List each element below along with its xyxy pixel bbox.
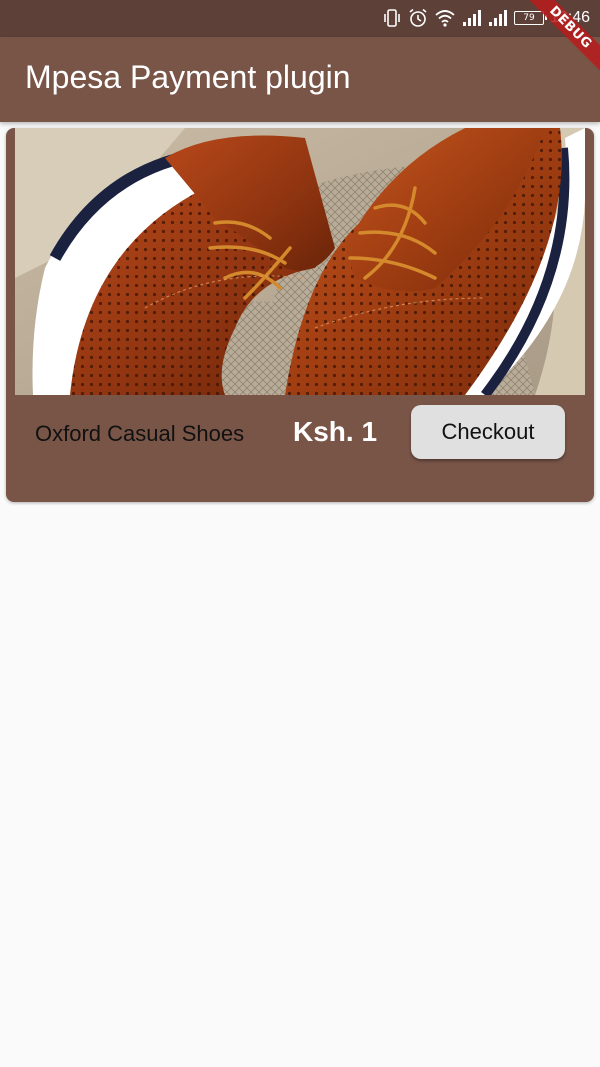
alarm-icon [408, 8, 428, 28]
vibrate-icon [382, 8, 402, 28]
battery-level: 79 [523, 13, 535, 23]
signal-icon [462, 8, 482, 28]
checkout-button[interactable]: Checkout [411, 405, 565, 459]
signal-icon [488, 8, 508, 28]
status-icons: 79 13:46 [382, 6, 590, 30]
app-bar: Mpesa Payment plugin [0, 37, 600, 122]
product-info-row: Oxford Casual Shoes Ksh. 1 Checkout [6, 395, 594, 502]
battery-icon: 79 [513, 11, 547, 25]
status-clock: 13:46 [549, 9, 590, 26]
status-bar: 79 13:46 [0, 0, 600, 37]
app-title: Mpesa Payment plugin [25, 59, 351, 95]
product-image [15, 128, 585, 395]
wifi-icon [434, 8, 456, 28]
product-price: Ksh. 1 [293, 416, 378, 447]
product-name: Oxford Casual Shoes [35, 421, 245, 446]
product-card: Oxford Casual Shoes Ksh. 1 Checkout [6, 128, 594, 502]
